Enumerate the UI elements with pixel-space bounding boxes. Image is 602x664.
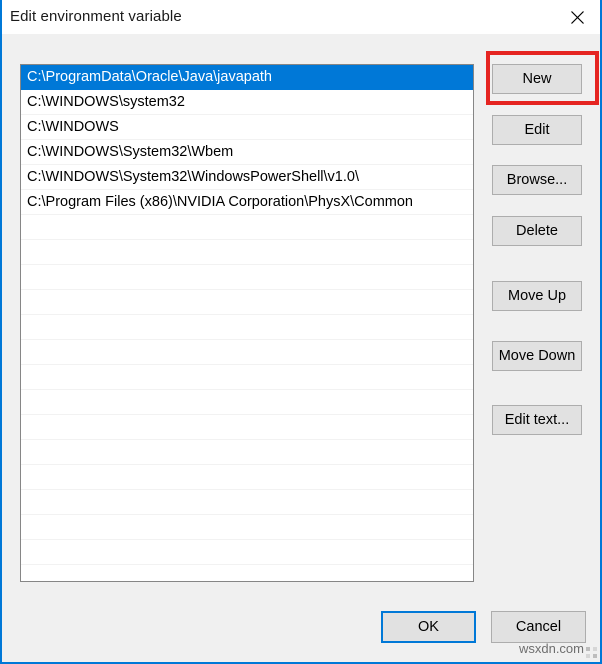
delete-button[interactable]: Delete [492, 216, 582, 246]
list-item-empty[interactable] [21, 315, 473, 340]
edit-environment-variable-dialog: Edit environment variable C:\ProgramData… [0, 0, 602, 664]
list-item[interactable]: C:\WINDOWS [21, 115, 473, 140]
list-item[interactable]: C:\ProgramData\Oracle\Java\javapath [21, 65, 473, 90]
path-list-box[interactable]: C:\ProgramData\Oracle\Java\javapath C:\W… [20, 64, 474, 582]
list-item-empty[interactable] [21, 215, 473, 240]
list-item-empty[interactable] [21, 265, 473, 290]
list-item[interactable]: C:\WINDOWS\System32\Wbem [21, 140, 473, 165]
list-item[interactable]: C:\WINDOWS\system32 [21, 90, 473, 115]
list-item-empty[interactable] [21, 365, 473, 390]
list-item-empty[interactable] [21, 415, 473, 440]
move-down-button[interactable]: Move Down [492, 341, 582, 371]
window-title: Edit environment variable [10, 8, 182, 25]
ok-button[interactable]: OK [381, 611, 476, 643]
list-item-empty[interactable] [21, 340, 473, 365]
list-item-empty[interactable] [21, 440, 473, 465]
list-item-empty[interactable] [21, 290, 473, 315]
list-item-empty[interactable] [21, 515, 473, 540]
watermark-dots-icon [586, 647, 597, 658]
list-item-empty[interactable] [21, 490, 473, 515]
list-item-empty[interactable] [21, 390, 473, 415]
list-item-empty[interactable] [21, 565, 473, 581]
cancel-button[interactable]: Cancel [491, 611, 586, 643]
edit-button[interactable]: Edit [492, 115, 582, 145]
move-up-button[interactable]: Move Up [492, 281, 582, 311]
list-item-empty[interactable] [21, 465, 473, 490]
list-item[interactable]: C:\Program Files (x86)\NVIDIA Corporatio… [21, 190, 473, 215]
list-item-empty[interactable] [21, 240, 473, 265]
new-button[interactable]: New [492, 64, 582, 94]
edit-text-button[interactable]: Edit text... [492, 405, 582, 435]
title-bar: Edit environment variable [2, 0, 600, 34]
list-item[interactable]: C:\WINDOWS\System32\WindowsPowerShell\v1… [21, 165, 473, 190]
browse-button[interactable]: Browse... [492, 165, 582, 195]
list-item-empty[interactable] [21, 540, 473, 565]
watermark-text: wsxdn.com [518, 641, 584, 656]
close-icon[interactable] [554, 0, 600, 34]
